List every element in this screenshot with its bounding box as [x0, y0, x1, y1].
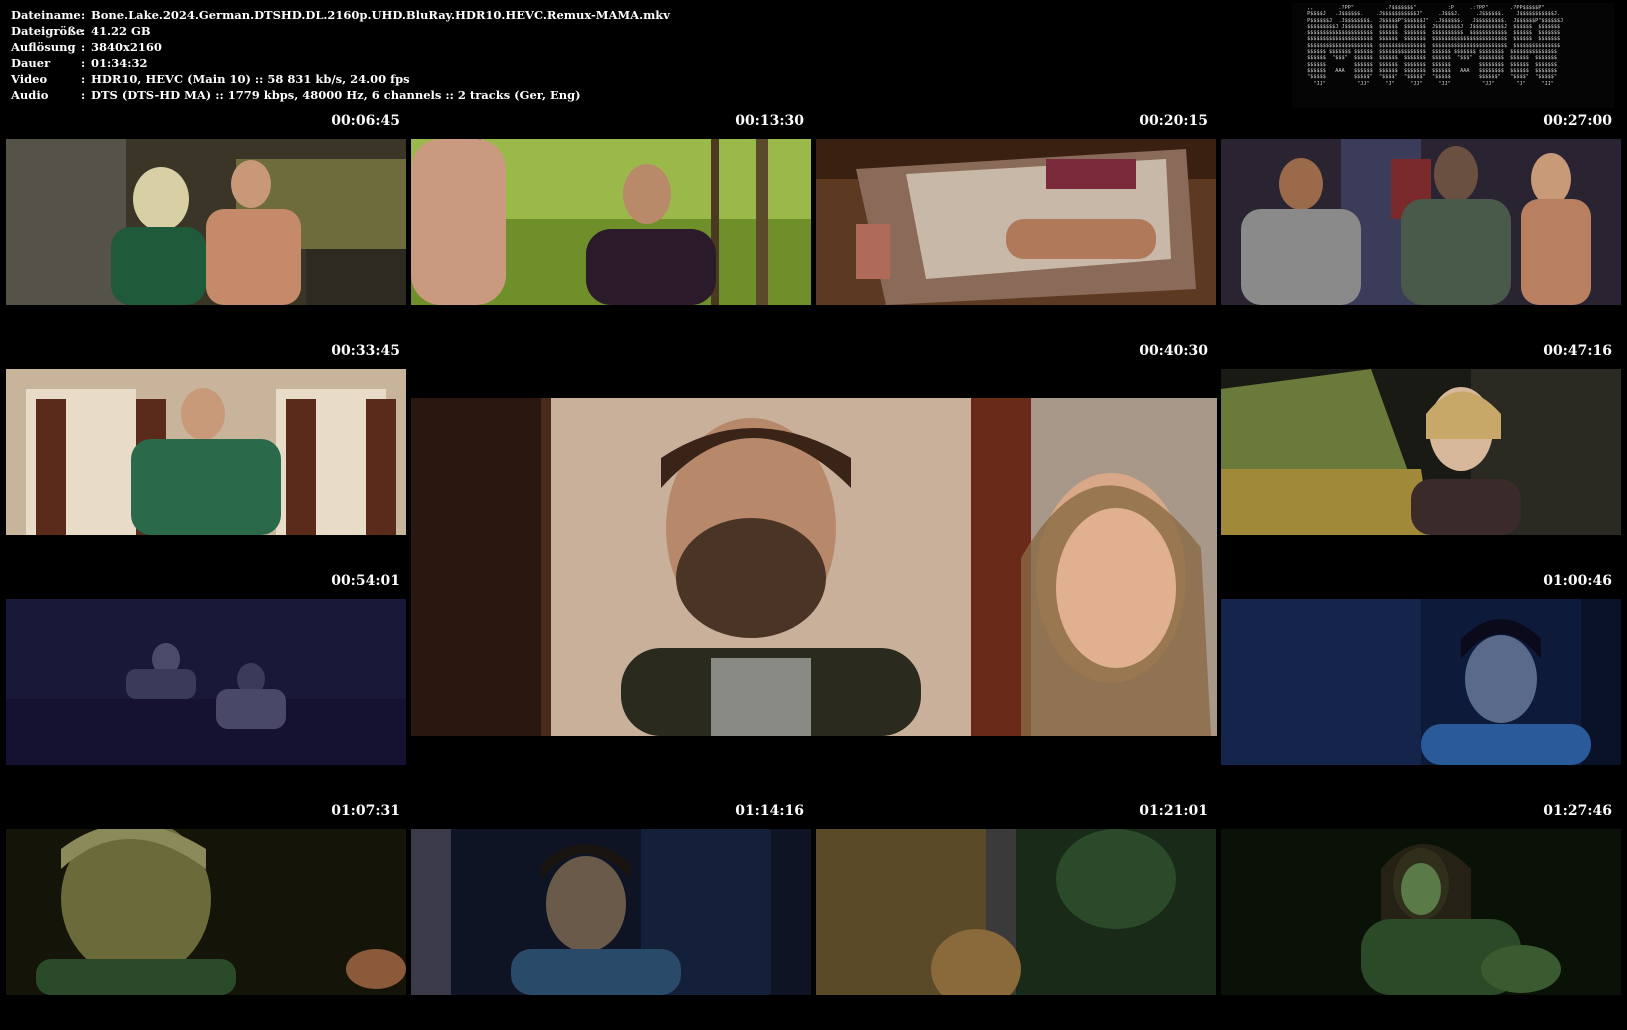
info-key: Dateiname	[11, 8, 81, 22]
timestamp: 00:27:00	[1543, 113, 1612, 129]
dark-room-scene-icon	[411, 829, 811, 995]
thumbnail-00-54-01	[6, 599, 406, 765]
info-value: DTS (DTS-HD MA) :: 1779 kbps, 48000 Hz, …	[91, 88, 581, 102]
timestamp: 00:54:01	[331, 573, 400, 589]
suitcase-scene-icon	[816, 139, 1216, 305]
info-row-audio: Audio : DTS (DTS-HD MA) :: 1779 kbps, 48…	[11, 87, 670, 103]
thumbnail-00-27-00	[1221, 139, 1621, 305]
info-value: 3840x2160	[91, 40, 162, 54]
info-key: Dauer	[11, 56, 51, 70]
thumbnail-00-33-45	[6, 369, 406, 535]
info-value: HDR10, HEVC (Main 10) :: 58 831 kb/s, 24…	[91, 72, 410, 86]
timestamp: 01:07:31	[331, 803, 400, 819]
info-value: 41.22 GB	[91, 24, 151, 38]
kitchen-scene-icon	[6, 139, 406, 305]
creature-scene-icon	[1221, 829, 1621, 995]
timestamp: 01:00:46	[1543, 573, 1612, 589]
media-info: Dateiname : Bone.Lake.2024.German.DTSHD.…	[11, 7, 670, 103]
info-row-resolution: Auflösung : 3840x2160	[11, 39, 670, 55]
timestamp: 00:06:45	[331, 113, 400, 129]
thumbnail-00-40-30	[411, 398, 1217, 736]
info-value: 01:34:32	[91, 56, 148, 70]
info-separator: :	[81, 72, 86, 86]
forest-scene-icon	[411, 139, 811, 305]
timestamp: 01:27:46	[1543, 803, 1612, 819]
ascii-logo-icon: ,, .?PP" .?$$$$$$$" :P .:?PP" .?PP$$$$$P…	[1292, 3, 1614, 108]
info-key: Auflösung	[11, 40, 76, 54]
info-row-filesize: Dateigröße : 41.22 GB	[11, 23, 670, 39]
timestamp: 00:47:16	[1543, 343, 1612, 359]
info-row-duration: Dauer : 01:34:32	[11, 55, 670, 71]
thumbnail-01-07-31	[6, 829, 406, 995]
timestamp: 00:20:15	[1139, 113, 1208, 129]
info-row-video: Video : HDR10, HEVC (Main 10) :: 58 831 …	[11, 71, 670, 87]
info-separator: :	[81, 24, 86, 38]
bedroom-scene-icon	[6, 369, 406, 535]
thumbnail-01-27-46	[1221, 829, 1621, 995]
info-separator: :	[81, 88, 86, 102]
thumbnail-01-14-16	[411, 829, 811, 995]
thumbnail-00-20-15	[816, 139, 1216, 305]
party-scene-icon	[1221, 139, 1621, 305]
info-value: Bone.Lake.2024.German.DTSHD.DL.2160p.UHD…	[91, 8, 670, 22]
thumbnail-00-06-45	[6, 139, 406, 305]
info-key: Audio	[11, 88, 49, 102]
timestamp: 00:33:45	[331, 343, 400, 359]
info-separator: :	[81, 56, 86, 70]
timestamp: 01:14:16	[735, 803, 804, 819]
blue-night-scene-icon	[1221, 599, 1621, 765]
timestamp: 00:13:30	[735, 113, 804, 129]
green-face-scene-icon	[6, 829, 406, 995]
timestamp: 01:21:01	[1139, 803, 1208, 819]
info-separator: :	[81, 8, 86, 22]
doorway-scene-icon	[816, 829, 1216, 995]
night-lake-scene-icon	[6, 599, 406, 765]
thumbnail-00-47-16	[1221, 369, 1621, 535]
thumbnail-01-00-46	[1221, 599, 1621, 765]
thumbnail-00-13-30	[411, 139, 811, 305]
info-key: Video	[11, 72, 48, 86]
info-separator: :	[81, 40, 86, 54]
car-scene-icon	[1221, 369, 1621, 535]
couple-scene-icon	[411, 398, 1217, 736]
timestamp: 00:40:30	[1139, 343, 1208, 359]
info-row-filename: Dateiname : Bone.Lake.2024.German.DTSHD.…	[11, 7, 670, 23]
thumbnail-01-21-01	[816, 829, 1216, 995]
info-key: Dateigröße	[11, 24, 84, 38]
